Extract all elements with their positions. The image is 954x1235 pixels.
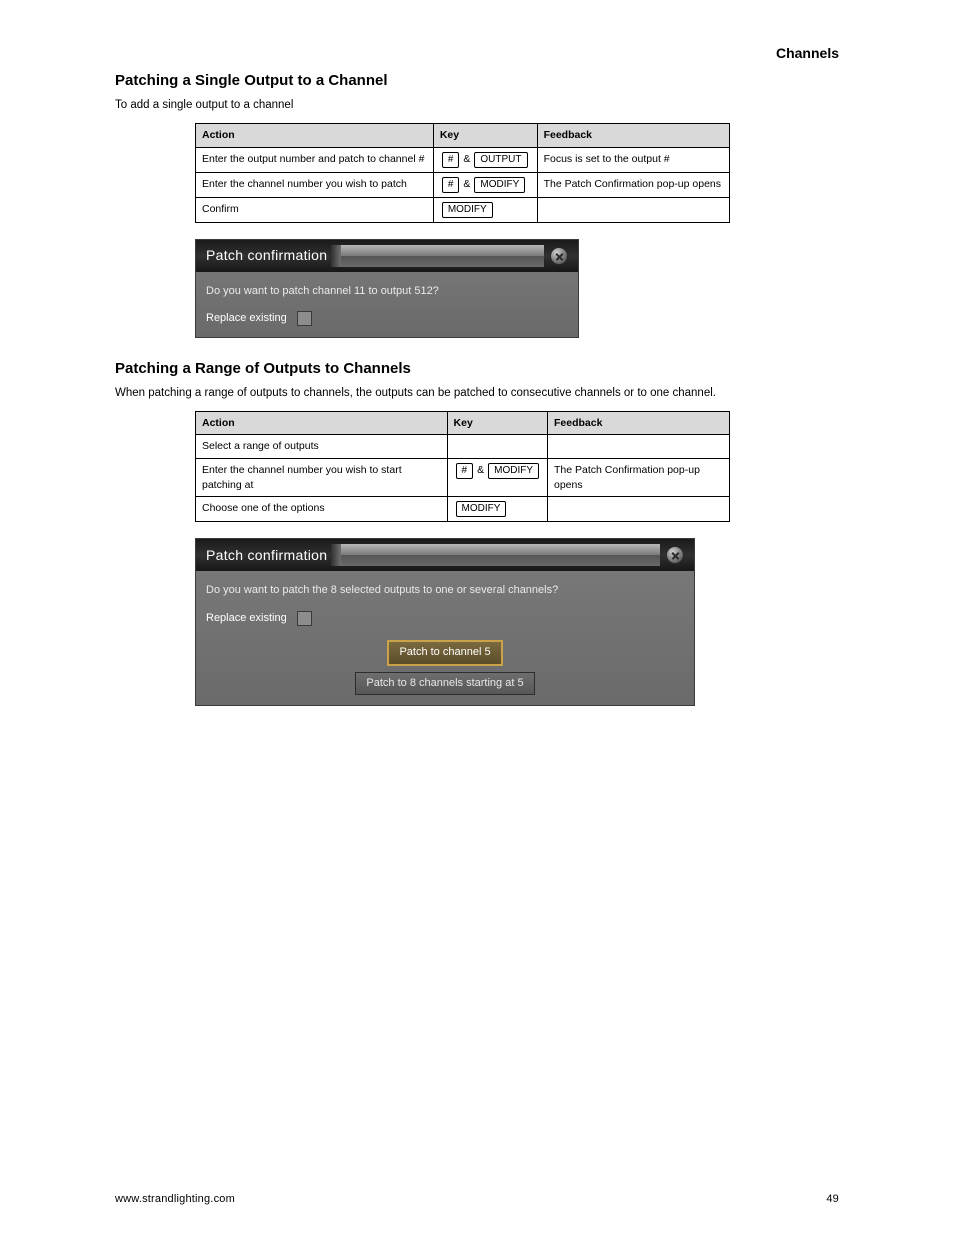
cell-key: #&OUTPUT [433,147,537,172]
table-patch-single: Action Key Feedback Enter the output num… [195,123,730,223]
cell-feedback [548,497,730,522]
key-combiner: & [477,464,484,476]
dialog-titlebar: Patch confirmation [196,539,694,571]
cell-feedback: The Patch Confirmation pop-up opens [537,172,729,197]
section-intro-1: To add a single output to a channel [115,97,839,113]
patch-to-channel-button[interactable]: Patch to channel 5 [387,640,502,665]
cell-action: Enter the channel number you wish to pat… [196,172,434,197]
keycap: OUTPUT [474,152,527,168]
table-row: Enter the output number and patch to cha… [196,147,730,172]
cell-key: MODIFY [433,197,537,222]
cell-feedback: The Patch Confirmation pop-up opens [548,459,730,497]
dialog-question: Do you want to patch channel 11 to outpu… [206,284,568,299]
key-combiner: & [463,178,470,190]
patch-confirmation-dialog-2: Patch confirmation Do you want to patch … [195,538,695,706]
replace-existing-label: Replace existing [206,311,287,326]
cell-feedback [548,435,730,459]
cell-action: Confirm [196,197,434,222]
dialog-title: Patch confirmation [206,246,327,266]
table-row: Confirm MODIFY [196,197,730,222]
page-section-header: Channels [776,44,839,64]
replace-existing-checkbox[interactable] [297,611,312,626]
keycap: MODIFY [488,463,539,479]
titlebar-endcap [331,544,341,566]
cell-action: Select a range of outputs [196,435,448,459]
key-combiner: & [463,153,470,165]
keycap: MODIFY [456,501,507,517]
close-icon[interactable] [550,247,568,265]
dialog-question: Do you want to patch the 8 selected outp… [206,583,684,598]
close-icon[interactable] [666,546,684,564]
titlebar-endcap [331,245,341,267]
cell-key: #&MODIFY [447,459,547,497]
table-row: Enter the channel number you wish to pat… [196,172,730,197]
col-feedback: Feedback [537,124,729,148]
dialog-title: Patch confirmation [206,546,327,566]
patch-to-channels-starting-button[interactable]: Patch to 8 channels starting at 5 [355,672,534,695]
keycap: # [442,152,460,168]
col-action: Action [196,411,448,435]
col-key: Key [447,411,547,435]
titlebar-spacer [341,245,544,267]
table-patch-range: Action Key Feedback Select a range of ou… [195,411,730,523]
cell-key [447,435,547,459]
titlebar-spacer [341,544,660,566]
cell-action: Enter the channel number you wish to sta… [196,459,448,497]
cell-action: Choose one of the options [196,497,448,522]
col-feedback: Feedback [548,411,730,435]
footer-page-number: 49 [826,1192,839,1207]
keycap: # [456,463,474,479]
keycap: MODIFY [442,202,493,218]
replace-existing-checkbox[interactable] [297,311,312,326]
col-action: Action [196,124,434,148]
replace-existing-label: Replace existing [206,611,287,626]
section-intro-2: When patching a range of outputs to chan… [115,385,839,401]
section-heading-patch-range: Patching a Range of Outputs to Channels [115,358,839,379]
section-heading-patch-single: Patching a Single Output to a Channel [115,70,839,91]
cell-key: #&MODIFY [433,172,537,197]
cell-feedback [537,197,729,222]
cell-feedback: Focus is set to the output # [537,147,729,172]
col-key: Key [433,124,537,148]
cell-action: Enter the output number and patch to cha… [196,147,434,172]
patch-confirmation-dialog-1: Patch confirmation Do you want to patch … [195,239,579,338]
keycap: # [442,177,460,193]
table-row: Choose one of the options MODIFY [196,497,730,522]
cell-key: MODIFY [447,497,547,522]
dialog-titlebar: Patch confirmation [196,240,578,272]
footer-url: www.strandlighting.com [115,1192,235,1207]
table-row: Select a range of outputs [196,435,730,459]
keycap: MODIFY [474,177,525,193]
table-row: Enter the channel number you wish to sta… [196,459,730,497]
